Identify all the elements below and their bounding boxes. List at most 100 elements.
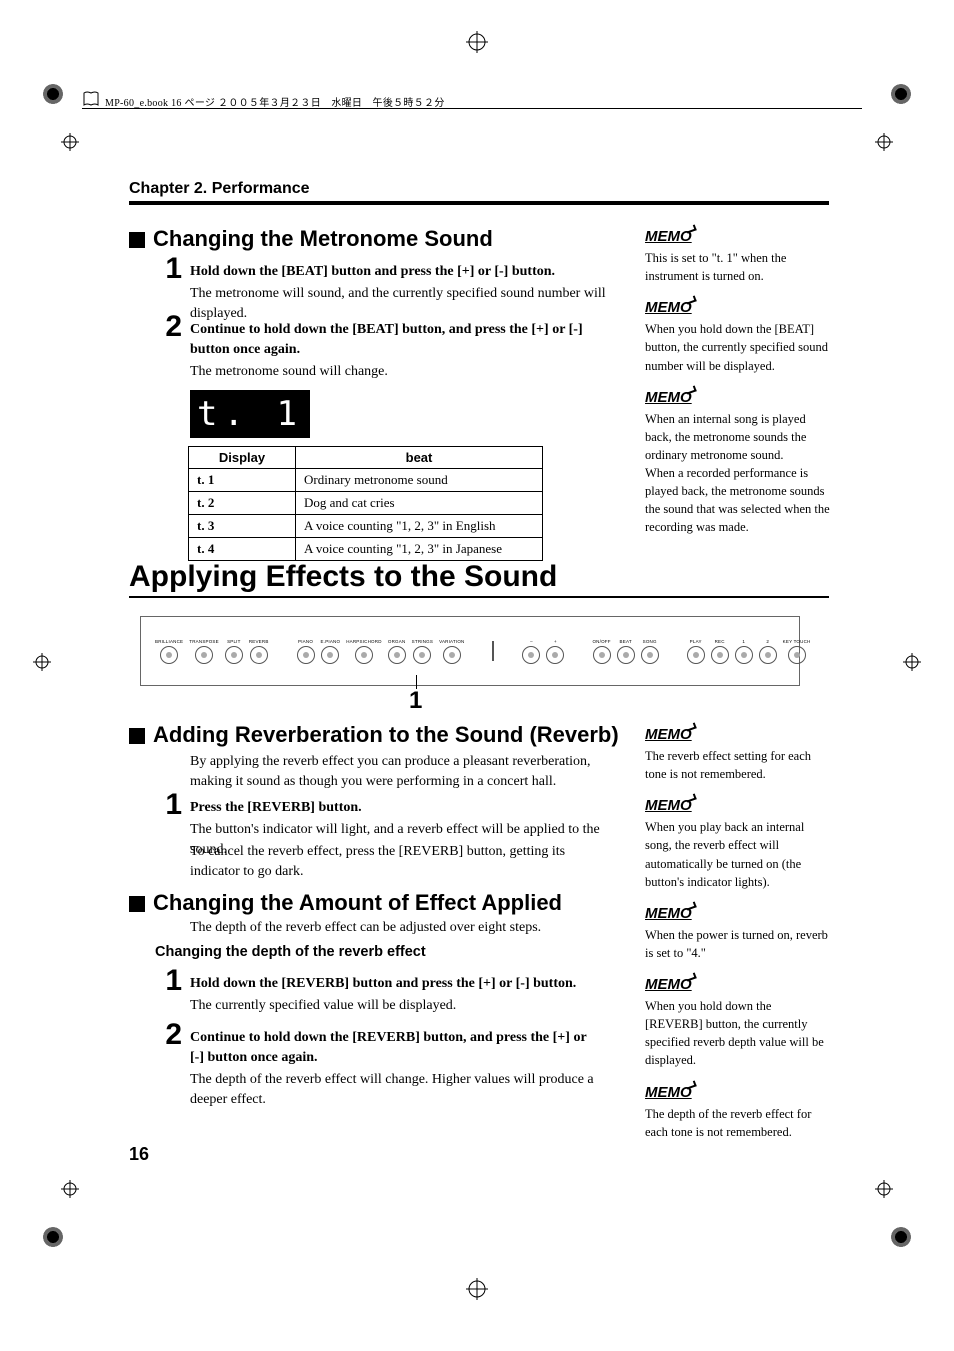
panel-button-icon <box>788 646 806 664</box>
memo-block: MEMO The depth of the reverb effect for … <box>645 1084 830 1141</box>
step-number-1: 1 <box>152 252 182 286</box>
table-row: t. 1 Ordinary metronome sound <box>189 469 543 492</box>
memo-label-icon: MEMO <box>645 228 692 245</box>
table-cell-display: t. 1 <box>189 469 296 492</box>
panel-button-label: BEAT <box>620 639 632 644</box>
reverb-intro: By applying the reverb effect you can pr… <box>190 752 610 793</box>
header-meta-line: MP-60_e.book 16 ページ ２００５年３月２３日 水曜日 午後５時５… <box>105 94 445 109</box>
memo-block: MEMO When an internal song is played bac… <box>645 389 830 537</box>
heading-text: Changing the Metronome Sound <box>153 226 493 252</box>
table-header-beat: beat <box>296 447 543 469</box>
step1-instruction: Hold down the [BEAT] button and press th… <box>190 262 610 282</box>
registration-mark-left-mid <box>30 650 54 674</box>
square-bullet-icon <box>129 728 145 744</box>
panel-button-label: KEY TOUCH <box>783 639 811 644</box>
header-rule <box>82 108 862 109</box>
memo-text: This is set to "t. 1" when the instrumen… <box>645 249 830 285</box>
panel-button-icon <box>355 646 373 664</box>
panel-button-label: ON/OFF <box>592 639 610 644</box>
panel-button-icon <box>388 646 406 664</box>
panel-button-icon <box>546 646 564 664</box>
panel-button-label: 1 <box>742 639 745 644</box>
table-cell-beat: Dog and cat cries <box>296 492 543 515</box>
chapter-rule <box>129 201 829 205</box>
panel-button-label: HARPSICHORD <box>346 639 381 644</box>
lcd-text: t. 1 <box>197 394 303 434</box>
panel-button-icon <box>522 646 540 664</box>
memo-block: MEMO This is set to "t. 1" when the inst… <box>645 228 830 285</box>
panel-group-1: BRILLIANCE TRANSPOSE SPLIT REVERB <box>155 639 269 664</box>
memo-label-icon: MEMO <box>645 905 692 922</box>
panel-button-label: BRILLIANCE <box>155 639 183 644</box>
panel-button-label: SONG <box>643 639 657 644</box>
panel-callout-number: 1 <box>409 687 422 715</box>
memo-text: The reverb effect setting for each tone … <box>645 747 830 783</box>
reverb-step1-body2: To cancel the reverb effect, press the [… <box>190 842 610 883</box>
h1-rule <box>129 596 829 598</box>
panel-button-icon <box>641 646 659 664</box>
memo-column-bottom: MEMO The reverb effect setting for each … <box>645 726 830 1155</box>
panel-button-label: PIANO <box>298 639 313 644</box>
panel-button-icon <box>735 646 753 664</box>
heading-change-effect-amount: Changing the Amount of Effect Applied <box>129 890 562 916</box>
step1-body: The metronome will sound, and the curren… <box>190 284 620 325</box>
step-number-1b: 1 <box>152 788 182 822</box>
panel-button-icon <box>225 646 243 664</box>
registration-mark-left-bot <box>58 1177 82 1201</box>
memo-column-top: MEMO This is set to "t. 1" when the inst… <box>645 228 830 551</box>
panel-button-label: STRINGS <box>412 639 433 644</box>
panel-button-icon <box>687 646 705 664</box>
square-bullet-icon <box>129 232 145 248</box>
depth-step1-instruction: Hold down the [REVERB] button and press … <box>190 974 610 994</box>
panel-button-label: REC <box>715 639 725 644</box>
step2-body: The metronome sound will change. <box>190 362 610 382</box>
registration-mark-right-bot <box>872 1177 896 1201</box>
heading-text: Adding Reverberation to the Sound (Rever… <box>153 722 619 748</box>
heading-adding-reverb: Adding Reverberation to the Sound (Rever… <box>129 722 619 748</box>
memo-label-icon: MEMO <box>645 726 692 743</box>
depth-step2-instruction: Continue to hold down the [REVERB] butto… <box>190 1028 590 1069</box>
panel-button-label: – <box>530 639 533 644</box>
panel-group-3: – + <box>522 639 564 664</box>
memo-block: MEMO When you hold down the [REVERB] but… <box>645 976 830 1070</box>
reverb-step1-instruction: Press the [REVERB] button. <box>190 798 610 818</box>
registration-mark-right-top <box>872 130 896 154</box>
step-number-1c: 1 <box>152 964 182 998</box>
heading-change-metronome: Changing the Metronome Sound <box>129 226 493 252</box>
depth-step1-body: The currently specified value will be di… <box>190 996 610 1016</box>
table-header-display: Display <box>189 447 296 469</box>
running-head: Chapter 2. Performance <box>129 180 310 198</box>
corner-dot-tr <box>891 84 911 104</box>
memo-block: MEMO When the power is turned on, reverb… <box>645 905 830 962</box>
registration-mark-right-mid <box>900 650 924 674</box>
panel-button-icon <box>593 646 611 664</box>
memo-block: MEMO The reverb effect setting for each … <box>645 726 830 783</box>
panel-group-4: ON/OFF BEAT SONG <box>592 639 658 664</box>
panel-button-label: PLAY <box>690 639 702 644</box>
panel-button-label: 2 <box>766 639 769 644</box>
memo-text: When an internal song is played back, th… <box>645 410 830 537</box>
panel-button-label: TRANSPOSE <box>189 639 219 644</box>
panel-button-label: SPLIT <box>227 639 241 644</box>
page-number: 16 <box>129 1144 149 1165</box>
effect-intro: The depth of the reverb effect can be ad… <box>190 918 610 938</box>
panel-button-label: ORGAN <box>388 639 406 644</box>
control-panel-diagram: BRILLIANCE TRANSPOSE SPLIT REVERB PIANO … <box>140 616 800 686</box>
corner-dot-bl <box>43 1227 63 1247</box>
panel-button-label: VARIATION <box>439 639 464 644</box>
memo-label-icon: MEMO <box>645 1084 692 1101</box>
heading-applying-effects: Applying Effects to the Sound <box>129 560 557 594</box>
table-row: t. 3 A voice counting "1, 2, 3" in Engli… <box>189 515 543 538</box>
panel-button-icon <box>443 646 461 664</box>
panel-button-icon <box>195 646 213 664</box>
memo-text: When the power is turned on, reverb is s… <box>645 926 830 962</box>
panel-button-icon <box>297 646 315 664</box>
metronome-sound-table: Display beat t. 1 Ordinary metronome sou… <box>188 446 543 561</box>
memo-text: When you play back an internal song, the… <box>645 818 830 891</box>
panel-button-icon <box>321 646 339 664</box>
memo-block: MEMO When you play back an internal song… <box>645 797 830 891</box>
panel-button-icon <box>617 646 635 664</box>
panel-display-window <box>492 641 494 661</box>
panel-button-icon <box>711 646 729 664</box>
table-cell-beat: A voice counting "1, 2, 3" in English <box>296 515 543 538</box>
